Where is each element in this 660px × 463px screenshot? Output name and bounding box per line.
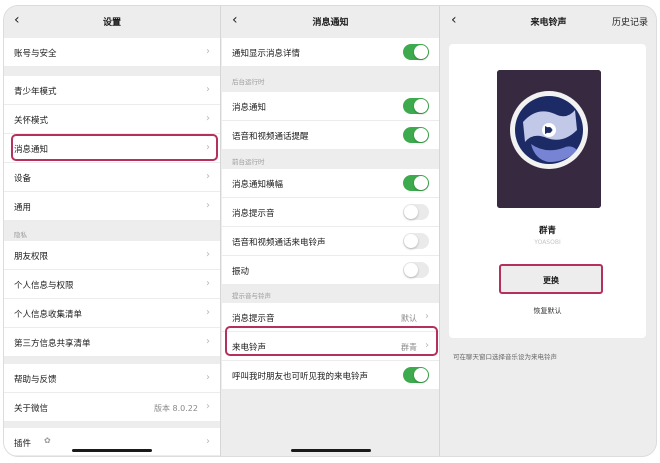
toggle-label: 语音和视频通话来电铃声 [232,238,326,248]
toggle-knob [414,99,428,113]
screenshot-frame: ‹ 设置 账号与安全 › 青少年模式 › 关怀模式 › 消息通知 › 设备 › … [4,6,656,456]
change-button[interactable]: 更换 [499,264,603,294]
album-cover[interactable] [497,70,601,208]
settings-item-label: 设备 [14,174,32,184]
chevron-right-icon: › [206,401,210,412]
chevron-right-icon: › [206,84,210,95]
message-notify-toggle[interactable] [403,98,429,114]
section-label-privacy: 隐私 [14,231,27,239]
restore-default-link[interactable]: 恢复默认 [449,306,646,316]
toggle-knob [414,176,428,190]
settings-item-third-party[interactable]: 第三方信息共享清单 › [4,328,220,357]
toggle-row-friend-hear: 呼叫我时朋友也可听见我的来电铃声 [222,361,439,390]
highlight-box [11,134,218,161]
settings-item-label: 朋友权限 [14,252,49,262]
settings-item-label: 个人信息收集清单 [14,310,83,320]
toggle-label: 消息通知横幅 [232,180,284,190]
settings-item-about[interactable]: 关于微信 版本 8.0.22 › [4,393,220,422]
toggle-knob [404,234,418,248]
notifications-title: 消息通知 [312,18,349,28]
chevron-right-icon: › [206,307,210,318]
settings-panel: ‹ 设置 账号与安全 › 青少年模式 › 关怀模式 › 消息通知 › 设备 › … [4,6,221,456]
settings-item-devices[interactable]: 设备 › [4,163,220,192]
plugin-icon: ✿ [44,436,51,445]
message-tone-value: 默认 [401,314,417,323]
section-label-foreground: 前台运行时 [232,158,265,166]
chevron-right-icon: › [206,171,210,182]
vibrate-toggle[interactable] [403,262,429,278]
toggle-label: 呼叫我时朋友也可听见我的来电铃声 [232,372,369,382]
notifications-header: ‹ 消息通知 [222,6,439,38]
toggle-row-call-ringtone: 语音和视频通话来电铃声 [222,227,439,256]
settings-item-info-collection[interactable]: 个人信息收集清单 › [4,299,220,328]
chevron-right-icon: › [206,336,210,347]
toggle-row-vibrate: 振动 [222,256,439,285]
toggle-label: 消息通知 [232,103,267,113]
toggle-row-banner: 消息通知横幅 [222,169,439,198]
toggle-label: 通知显示消息详情 [232,49,301,59]
toggle-knob [414,45,428,59]
change-button-label: 更换 [543,276,559,285]
section-label-tones: 提示音与铃声 [232,292,271,300]
notifications-panel: ‹ 消息通知 通知显示消息详情 后台运行时 消息通知 语音和视频通话提醒 前台运… [222,6,440,456]
ringtone-header: ‹ 来电铃声 历史记录 [441,6,656,38]
message-sound-toggle[interactable] [403,204,429,220]
settings-title: 设置 [102,18,121,28]
toggle-row-call-reminder: 语音和视频通话提醒 [222,121,439,150]
chevron-right-icon: › [206,278,210,289]
chevron-right-icon: › [206,372,210,383]
toggle-knob [404,263,418,277]
toggle-label: 语音和视频通话提醒 [232,132,309,142]
ringtone-artist: YOASOBI [534,239,561,246]
banner-toggle[interactable] [403,175,429,191]
chevron-right-icon: › [206,113,210,124]
highlight-box [225,326,438,356]
settings-item-label: 个人信息与权限 [14,281,74,291]
settings-item-label: 插件 [14,439,32,449]
show-details-toggle[interactable] [403,44,429,60]
ringtone-panel: ‹ 来电铃声 历史记录 群青 YOASOBI 更换 恢复默认 可在聊天窗口选择音… [441,6,656,456]
settings-item-friend-permissions[interactable]: 朋友权限 › [4,241,220,270]
settings-item-label: 账号与安全 [14,49,57,59]
toggle-row-message-notify: 消息通知 [222,92,439,121]
toggle-row-show-details: 通知显示消息详情 [222,38,439,67]
friend-hear-toggle[interactable] [403,367,429,383]
settings-item-label: 通用 [14,203,32,213]
chevron-right-icon: › [206,436,210,447]
settings-item-personal-info[interactable]: 个人信息与权限 › [4,270,220,299]
settings-item-label: 关于微信 [14,404,49,414]
settings-item-care-mode[interactable]: 关怀模式 › [4,105,220,134]
settings-item-help[interactable]: 帮助与反馈 › [4,364,220,393]
toggle-label: 消息提示音 [232,209,275,219]
row-label: 消息提示音 [232,314,275,324]
version-value: 版本 8.0.22 [154,404,198,413]
section-label-background: 后台运行时 [232,78,265,86]
settings-item-label: 第三方信息共享清单 [14,339,91,349]
settings-item-teen-mode[interactable]: 青少年模式 › [4,76,220,105]
chevron-right-icon: › [206,200,210,211]
chevron-right-icon: › [206,249,210,260]
ringtone-hint: 可在聊天窗口选择音乐设为来电铃声 [453,353,557,361]
toggle-knob [414,128,428,142]
settings-item-general[interactable]: 通用 › [4,192,220,221]
toggle-label: 振动 [232,267,250,277]
call-reminder-toggle[interactable] [403,127,429,143]
home-indicator [290,449,371,452]
toggle-knob [404,205,418,219]
toggle-row-message-sound: 消息提示音 [222,198,439,227]
settings-item-account[interactable]: 账号与安全 › [4,38,220,67]
album-art-icon [497,70,601,208]
call-ringtone-toggle[interactable] [403,233,429,249]
ringtone-card: 群青 YOASOBI 更换 恢复默认 [449,44,646,338]
settings-header: ‹ 设置 [4,6,220,38]
chevron-right-icon: › [425,311,429,322]
settings-item-label: 青少年模式 [14,87,57,97]
settings-item-label: 帮助与反馈 [14,375,57,385]
settings-item-label: 关怀模式 [14,116,49,126]
toggle-knob [414,368,428,382]
home-indicator [72,449,152,452]
history-link[interactable]: 历史记录 [612,15,648,28]
chevron-right-icon: › [206,46,210,57]
ringtone-name: 群青 [538,226,556,236]
